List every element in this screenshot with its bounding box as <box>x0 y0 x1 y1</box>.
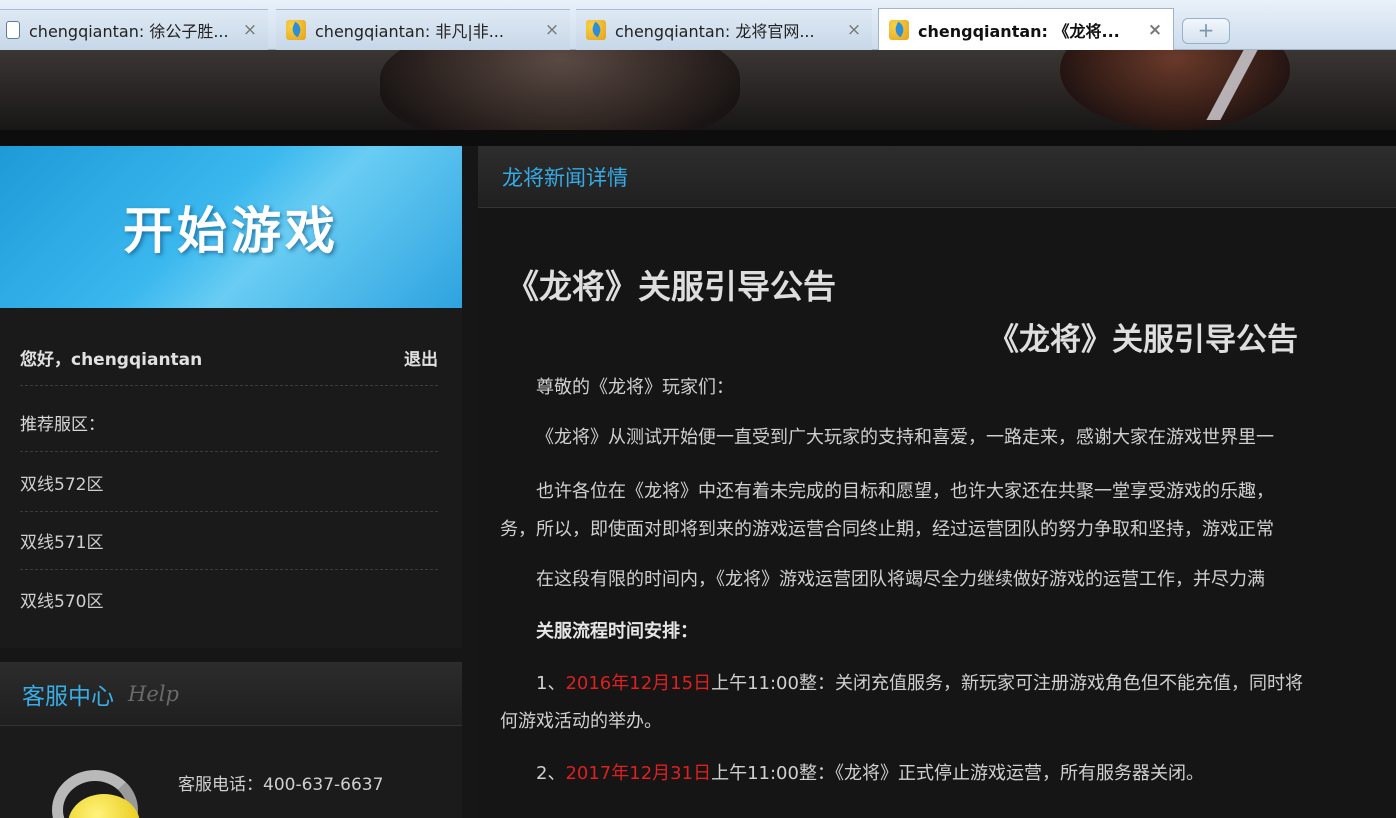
server-link[interactable]: 双线572区 <box>20 454 438 512</box>
start-game-button[interactable]: 开始游戏 <box>0 146 462 308</box>
recommended-label: 推荐服区： <box>20 415 105 435</box>
schedule-item: 1、2016年12月15日上午11:00整：关闭充值服务，新玩家可注册游戏角色但… <box>500 666 1396 702</box>
item-text: 上午11:00整：关闭充值服务，新玩家可注册游戏角色但不能充值，同时将 <box>711 673 1303 694</box>
header-banner <box>0 50 1396 146</box>
app-icon <box>889 20 909 40</box>
section-header: 龙将新闻详情 <box>478 146 1396 208</box>
tab-3[interactable]: chengqiantan: 龙将官网... × <box>576 9 872 50</box>
tab-4-active[interactable]: chengqiantan: 《龙将... × <box>878 8 1174 51</box>
customer-service-title: 客服中心 <box>22 683 114 710</box>
salutation: 尊敬的《龙将》玩家们： <box>536 377 734 398</box>
section-title: 龙将新闻详情 <box>502 165 628 190</box>
close-icon[interactable]: × <box>1147 20 1163 40</box>
tab-label: chengqiantan: 非凡|非... <box>315 22 504 41</box>
paragraph: 《龙将》从测试开始便一直受到广大玩家的支持和喜爱，一路走来，感谢大家在游戏世界里… <box>536 427 1274 448</box>
paragraph: 务，所以，即使面对即将到来的游戏运营合同终止期，经过运营团队的努力争取和坚持，游… <box>500 519 1274 540</box>
article-title: 《龙将》关服引导公告 <box>506 267 836 306</box>
item-text: 上午11:00整：《龙将》正式停止游戏运营，所有服务器关闭。 <box>711 763 1204 784</box>
greeting-row: 您好，chengqiantan 退出 <box>20 330 438 386</box>
news-content: 龙将新闻详情 《龙将》关服引导公告 《龙将》关服引导公告 尊敬的《龙将》玩家们：… <box>478 146 1396 818</box>
item-date: 2017年12月31日 <box>565 763 712 784</box>
recommended-servers-label: 推荐服区： <box>20 394 438 452</box>
server-label: 双线570区 <box>20 591 104 612</box>
schedule-item-continued: 何游戏活动的举办。 <box>500 711 662 732</box>
user-panel: 您好，chengqiantan 退出 推荐服区： 双线572区 双线571区 双… <box>0 308 462 648</box>
server-link[interactable]: 双线570区 <box>20 570 438 628</box>
schedule-heading-text: 关服流程时间安排： <box>536 621 698 642</box>
tab-1[interactable]: chengqiantan: 徐公子胜... × <box>0 9 268 50</box>
paragraph: 在这段有限的时间内，《龙将》游戏运营团队将竭尽全力继续做好游戏的运营工作，并尽力… <box>536 569 1265 590</box>
document-icon <box>6 21 20 39</box>
server-label: 双线572区 <box>20 475 104 495</box>
close-icon[interactable]: × <box>544 20 560 40</box>
banner-artwork <box>1060 50 1290 130</box>
tab-label: chengqiantan: 龙将官网... <box>615 22 815 41</box>
banner-divider <box>0 130 1396 146</box>
tab-2[interactable]: chengqiantan: 非凡|非... × <box>276 9 570 50</box>
start-game-label: 开始游戏 <box>123 201 339 260</box>
server-label: 双线571区 <box>20 533 104 553</box>
app-icon <box>586 20 606 40</box>
greeting-text: 您好，chengqiantan <box>20 350 203 370</box>
server-link[interactable]: 双线571区 <box>20 512 438 570</box>
schedule-heading: 关服流程时间安排： <box>500 614 1396 650</box>
tab-label: chengqiantan: 《龙将... <box>918 22 1120 41</box>
schedule-item: 2、2017年12月31日上午11:00整：《龙将》正式停止游戏运营，所有服务器… <box>500 756 1396 792</box>
item-number: 1、 <box>536 673 566 694</box>
item-number: 2、 <box>536 763 566 784</box>
article-subtitle: 《龙将》关服引导公告 <box>988 322 1298 358</box>
customer-service-panel: 客服中心 Help 客服电话：400-637-6637 <box>0 662 462 818</box>
close-icon[interactable]: × <box>242 20 258 40</box>
new-tab-button[interactable]: + <box>1182 18 1230 44</box>
paragraph: 也许各位在《龙将》中还有着未完成的目标和愿望，也许大家还在共聚一堂享受游戏的乐趣… <box>536 481 1274 502</box>
tab-label: chengqiantan: 徐公子胜... <box>29 22 229 41</box>
logout-link[interactable]: 退出 <box>404 345 438 370</box>
item-date: 2016年12月15日 <box>565 673 712 694</box>
close-icon[interactable]: × <box>846 20 862 40</box>
app-icon <box>286 20 306 40</box>
customer-service-header: 客服中心 Help <box>0 662 462 726</box>
browser-tab-strip: chengqiantan: 徐公子胜... × chengqiantan: 非凡… <box>0 0 1396 51</box>
customer-service-subtitle: Help <box>128 681 179 706</box>
service-phone: 客服电话：400-637-6637 <box>178 775 384 795</box>
